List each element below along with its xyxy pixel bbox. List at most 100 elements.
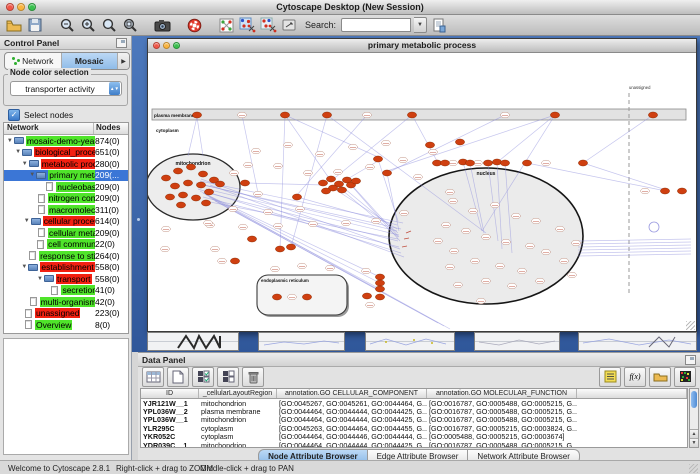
table-col-_cellularLayoutRegion[interactable]: _cellularLayoutRegion (199, 389, 277, 398)
graph-ghost-node[interactable] (274, 163, 283, 169)
table-col-annotation.GO MOLECULAR_FUNCTION[interactable]: annotation.GO MOLECULAR_FUNCTION (427, 389, 577, 398)
minimize-view-button[interactable] (163, 42, 170, 49)
tree-row-primary-metabo[interactable]: ▼primary metabo209(... (4, 170, 128, 182)
graph-edge[interactable] (197, 117, 203, 156)
graph-node[interactable] (196, 182, 205, 188)
graph-node[interactable] (425, 142, 434, 148)
graph-ghost-node[interactable] (442, 222, 451, 228)
graph-node[interactable] (170, 183, 179, 189)
birds-eye-view-panel[interactable] (3, 338, 129, 455)
graph-ghost-node[interactable] (434, 238, 443, 244)
tree-row-cell-communicat[interactable]: cell communicat22(0) (4, 239, 128, 251)
graph-node[interactable] (286, 244, 295, 250)
graph-edge[interactable] (285, 115, 378, 157)
data-panel-float-icon[interactable] (685, 355, 696, 365)
graph-edge[interactable] (583, 163, 663, 189)
network-view-window[interactable]: primary metabolic process plasma membran… (147, 38, 697, 332)
graph-node[interactable] (492, 159, 501, 165)
graph-node[interactable] (292, 194, 301, 200)
tree-row-overview[interactable]: Overview8(0) (4, 319, 128, 331)
new-attribute-button[interactable] (167, 367, 189, 387)
network-canvas[interactable]: plasma membrane cytoplasm mitochondrion … (148, 53, 694, 330)
splitter-handle[interactable] (137, 218, 140, 221)
close-window-button[interactable] (6, 3, 14, 11)
help-lifering-icon[interactable] (185, 16, 203, 34)
tree-row-establishment-of-lo[interactable]: ▼establishment of lo558(0) (4, 262, 128, 274)
graph-ghost-node[interactable] (288, 294, 297, 300)
graph-ghost-node[interactable] (477, 298, 486, 304)
graph-ghost-node[interactable] (471, 258, 480, 264)
graph-ghost-node[interactable] (568, 272, 577, 278)
attribute-table[interactable]: ID_cellularLayoutRegionannotation.GO CEL… (140, 388, 688, 448)
graph-edge[interactable] (280, 115, 285, 249)
select-nodes-checkbox[interactable]: ✓ (8, 109, 20, 121)
self-loop-edge[interactable] (649, 222, 659, 232)
graph-ghost-node[interactable] (542, 249, 551, 255)
graph-ghost-node[interactable] (204, 220, 213, 226)
graph-edge[interactable] (578, 245, 691, 247)
graph-node[interactable] (326, 176, 335, 182)
graph-node[interactable] (648, 112, 657, 118)
graph-node[interactable] (186, 164, 195, 170)
graph-node[interactable] (440, 160, 449, 166)
table-col-filler[interactable] (577, 389, 687, 398)
graph-node[interactable] (375, 286, 384, 292)
graph-edge[interactable] (578, 239, 691, 241)
graph-node[interactable] (322, 112, 331, 118)
graph-node[interactable] (483, 160, 492, 166)
zoom-out-icon[interactable] (58, 16, 76, 34)
float-panel-icon[interactable] (116, 38, 127, 48)
tree-col-nodes[interactable]: Nodes (94, 123, 128, 134)
tree-row-unassigned[interactable]: unassigned223(0) (4, 308, 128, 320)
graph-node[interactable] (173, 168, 182, 174)
delete-attribute-button[interactable] (242, 367, 264, 387)
graph-ghost-node[interactable] (512, 213, 521, 219)
graph-node[interactable] (522, 160, 531, 166)
graph-node[interactable] (272, 294, 281, 300)
graph-ghost-node[interactable] (296, 206, 305, 212)
camera-snapshot-icon[interactable] (153, 16, 171, 34)
graph-ghost-node[interactable] (284, 142, 293, 148)
graph-edge[interactable] (578, 254, 691, 256)
graph-node[interactable] (318, 180, 327, 186)
graph-ghost-node[interactable] (349, 144, 358, 150)
function-builder-button[interactable]: f(x) (624, 367, 646, 387)
background-window-5[interactable] (578, 332, 697, 351)
background-window-2[interactable] (258, 332, 345, 351)
graph-node[interactable] (201, 200, 210, 206)
graph-ghost-node[interactable] (362, 268, 371, 274)
graph-ghost-node[interactable] (342, 220, 351, 226)
graph-node[interactable] (176, 202, 185, 208)
tree-row-biological-process[interactable]: ▼biological_process651(0) (4, 147, 128, 159)
graph-node[interactable] (500, 160, 509, 166)
graph-ghost-node[interactable] (526, 243, 535, 249)
graph-node[interactable] (240, 180, 249, 186)
graph-ghost-node[interactable] (254, 191, 263, 197)
graph-node[interactable] (407, 112, 416, 118)
background-window-4[interactable] (474, 332, 560, 351)
tab-overflow-arrow[interactable]: ▶ (118, 53, 129, 69)
app-resize-grip[interactable] (689, 464, 698, 473)
zoom-view-button[interactable] (173, 42, 180, 49)
tree-row-response-to-stimulu[interactable]: response to stimulu264(0) (4, 250, 128, 262)
graph-ghost-node[interactable] (238, 112, 247, 118)
search-dropdown-button[interactable]: ▼ (414, 17, 427, 33)
graph-ghost-node[interactable] (316, 151, 325, 157)
select-attributes-button[interactable] (142, 367, 164, 387)
graph-ghost-node[interactable] (309, 221, 318, 227)
graph-node[interactable] (578, 160, 587, 166)
scroll-up-button[interactable]: ▲ (690, 429, 698, 438)
graph-node[interactable] (161, 175, 170, 181)
graph-ghost-node[interactable] (334, 169, 343, 175)
table-scrollbar-thumb[interactable] (691, 391, 697, 408)
network-window-titlebar[interactable]: primary metabolic process (148, 39, 696, 53)
graph-ghost-node[interactable] (474, 160, 483, 166)
graph-node[interactable] (192, 112, 201, 118)
graph-node[interactable] (373, 156, 382, 162)
app-titlebar[interactable]: Cytoscape Desktop (New Session) (0, 0, 700, 15)
graph-edge[interactable] (245, 183, 325, 185)
graph-ghost-node[interactable] (162, 226, 171, 232)
graph-ghost-node[interactable] (560, 258, 569, 264)
graph-node[interactable] (215, 181, 224, 187)
graph-ghost-node[interactable] (482, 234, 491, 240)
